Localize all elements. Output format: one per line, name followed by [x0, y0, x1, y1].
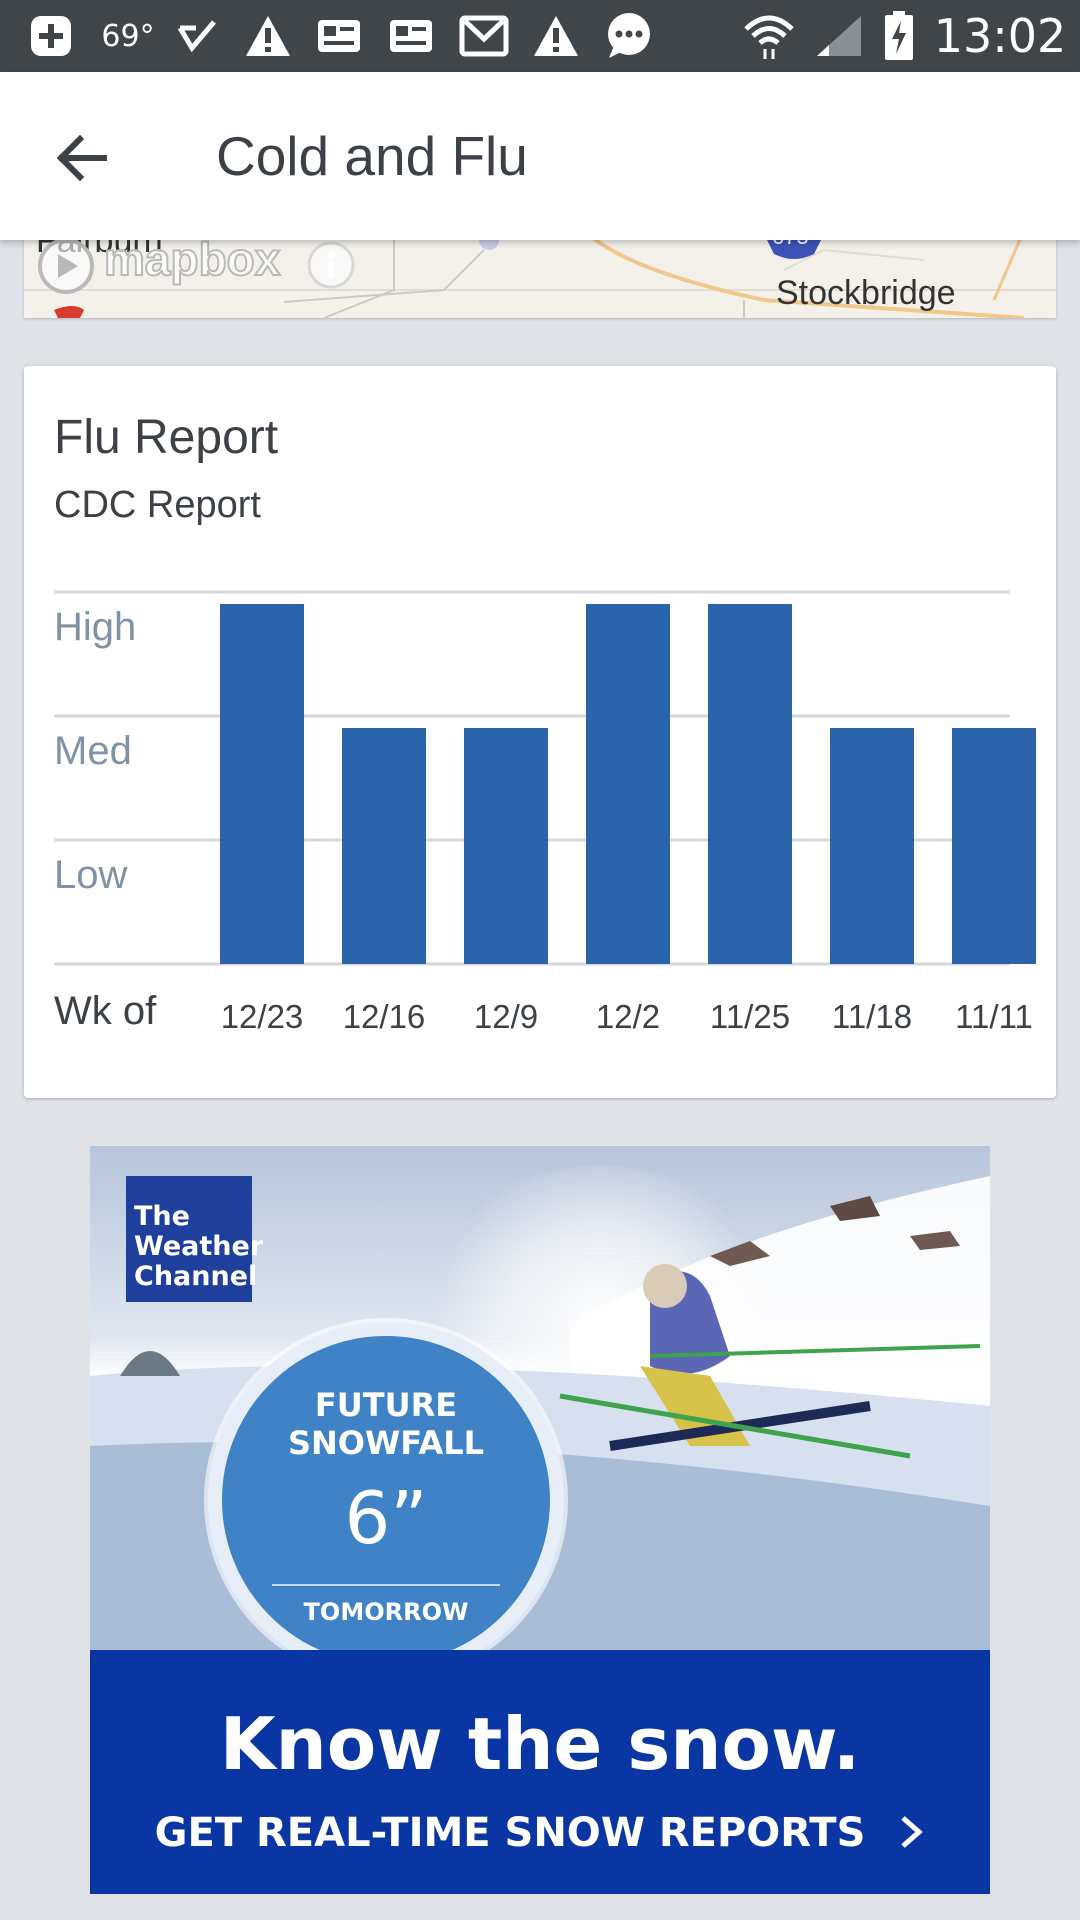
x-tick-label: 11/11	[955, 998, 1033, 1035]
chart-bar	[952, 728, 1036, 964]
clock-text: 13:02	[933, 9, 1067, 63]
gmail-icon	[456, 0, 512, 72]
message-icon	[600, 0, 658, 72]
x-axis-label: Wk of	[54, 989, 157, 1033]
warning-icon	[528, 0, 584, 72]
ad-cta-banner[interactable]: Know the snow. GET REAL-TIME SNOW REPORT…	[90, 1650, 990, 1894]
ad-headline: Know the snow.	[219, 1702, 861, 1786]
wifi-icon	[740, 0, 798, 72]
ad-cta-text: GET REAL-TIME SNOW REPORTS	[154, 1810, 866, 1856]
weather-channel-logo: The Weather Channel	[126, 1176, 263, 1302]
news-icon	[312, 0, 366, 72]
chart-bar	[708, 604, 792, 964]
x-tick-label: 12/23	[221, 998, 304, 1035]
temperature-text: 69°	[101, 18, 155, 54]
snowfall-value: 6”	[344, 1476, 428, 1560]
ad-ski-photo: The Weather Channel FUTURE SNOWFALL 6” T…	[90, 1146, 990, 1678]
arrow-left-icon	[56, 134, 107, 182]
x-tick-label: 11/25	[710, 998, 790, 1035]
x-tick-label: 12/9	[474, 998, 538, 1035]
signal-icon	[812, 0, 866, 72]
ad-cta-link[interactable]: GET REAL-TIME SNOW REPORTS	[90, 1810, 990, 1856]
status-bar: 69° 13:02	[0, 0, 1080, 72]
news-icon	[384, 0, 438, 72]
battery-charging-icon	[876, 0, 922, 72]
chart-bar	[342, 728, 426, 964]
info-icon[interactable]	[306, 240, 356, 290]
snowfall-when: TOMORROW	[303, 1598, 469, 1626]
x-tick-label: 11/18	[832, 998, 912, 1035]
mapbox-attribution: mapbox	[103, 232, 281, 286]
chart-bar	[830, 728, 914, 964]
snowfall-badge: FUTURE SNOWFALL 6” TOMORROW	[208, 1322, 564, 1678]
y-level-label: High	[54, 605, 136, 649]
app-bar: Cold and Flu	[0, 72, 1080, 240]
warning-icon	[240, 0, 296, 72]
add-icon	[22, 0, 80, 72]
map-label-stockbridge: Stockbridge	[776, 274, 956, 312]
map-view[interactable]: Fairburn Riverdale Stockbridge 675 mapbo…	[24, 230, 1056, 318]
flu-report-card: Flu Report CDC Report Low Med High Wk of 12/…	[24, 366, 1056, 1098]
page-title: Cold and Flu	[216, 125, 528, 187]
chart-bar	[464, 728, 548, 964]
y-level-label: Med	[54, 729, 132, 773]
back-button[interactable]	[40, 116, 124, 200]
x-tick-label: 12/16	[343, 998, 426, 1035]
mapbox-logo-icon	[36, 236, 96, 296]
flu-bar-chart: Low Med High Wk of 12/23 12/16 12/9 12/2 11/25 11…	[54, 590, 1036, 1035]
x-tick-label: 12/2	[596, 998, 660, 1035]
chevron-right-icon	[901, 1816, 924, 1848]
chart-bar	[220, 604, 304, 964]
check-icon	[172, 0, 222, 72]
y-level-label: Low	[54, 853, 127, 897]
chart-bar	[586, 604, 670, 964]
ad-banner[interactable]: The Weather Channel FUTURE SNOWFALL 6” T…	[90, 1146, 990, 1894]
